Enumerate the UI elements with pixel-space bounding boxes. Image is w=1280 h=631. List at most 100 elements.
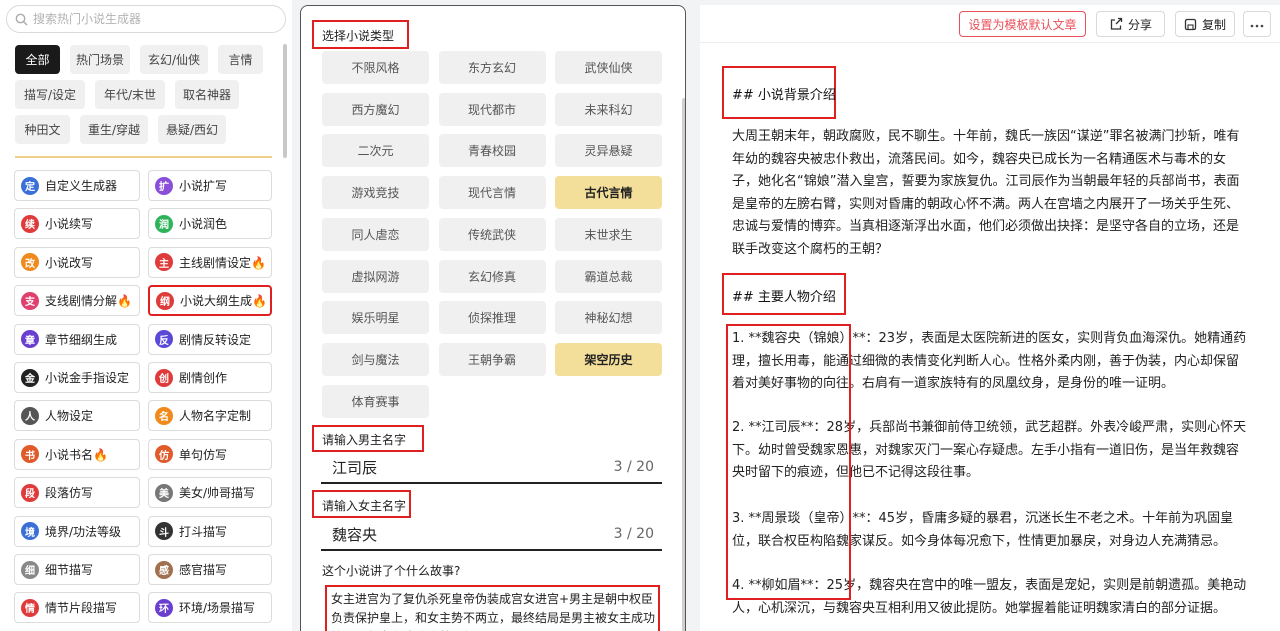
set-default-button[interactable]: 设置为模板默认文章 xyxy=(959,11,1086,37)
genre-option[interactable]: 不限风格 xyxy=(322,51,429,84)
genre-option[interactable]: 剑与魔法 xyxy=(322,342,429,376)
tool-icon: 书 xyxy=(21,445,39,464)
app-root: 全部 热门场景 玄幻/仙侠 言情 描写/设定 年代/末世 取名神器 种田文 重生… xyxy=(0,0,1280,631)
tool-item[interactable]: 支支线剧情分解🔥 xyxy=(14,285,140,317)
copy-button[interactable]: 复制 xyxy=(1175,11,1235,37)
tool-icon: 续 xyxy=(21,214,39,233)
male-name-value[interactable]: 江司辰 xyxy=(332,457,377,478)
genre-option[interactable]: 青春校园 xyxy=(438,134,546,168)
genre-option[interactable]: 现代都市 xyxy=(438,92,546,126)
search-box[interactable] xyxy=(6,5,286,33)
category-chip[interactable]: 重生/穿越 xyxy=(80,115,148,144)
genre-option[interactable]: 神秘幻想 xyxy=(555,301,662,335)
genre-option[interactable]: 霸道总裁 xyxy=(555,259,662,293)
category-chip[interactable]: 悬疑/西幻 xyxy=(158,115,226,144)
tool-item[interactable]: 主主线剧情设定🔥 xyxy=(148,246,272,278)
tool-icon: 扩 xyxy=(155,176,173,195)
copy-icon xyxy=(1184,18,1197,31)
female-name-counter: 3 / 20 xyxy=(613,526,654,542)
tool-icon: 情 xyxy=(21,598,39,617)
genre-option[interactable]: 传统武侠 xyxy=(438,217,546,251)
tool-item[interactable]: 名人物名字定制 xyxy=(148,400,272,432)
category-chip[interactable]: 玄幻/仙侠 xyxy=(140,45,208,74)
genre-option[interactable]: 武侠仙侠 xyxy=(555,51,662,84)
genre-option[interactable]: 古代言情 xyxy=(555,176,662,210)
tool-item[interactable]: 情情节片段描写 xyxy=(14,592,140,624)
story-textarea[interactable]: 女主进宫为了复仇杀死皇帝伪装成宫女进宫+男主是朝中权臣负责保护皇上，和女主势不两… xyxy=(331,590,657,631)
tool-label: 境界/功法等级 xyxy=(45,524,122,539)
tool-item[interactable]: 续小说续写 xyxy=(14,208,140,240)
tool-item[interactable]: 段段落仿写 xyxy=(14,477,140,509)
tool-item[interactable]: 仿单句仿写 xyxy=(148,438,272,470)
genre-option[interactable]: 末世求生 xyxy=(555,217,662,251)
tool-item[interactable]: 扩小说扩写 xyxy=(148,170,272,201)
tool-icon: 纲 xyxy=(156,291,174,310)
genre-option[interactable]: 西方魔幻 xyxy=(322,92,429,126)
genre-option[interactable]: 侦探推理 xyxy=(438,301,546,335)
genre-option[interactable]: 现代言情 xyxy=(438,176,546,210)
tool-item[interactable]: 反剧情反转设定 xyxy=(148,323,272,355)
female-name-value[interactable]: 魏容央 xyxy=(332,524,377,545)
tool-item[interactable]: 细细节描写 xyxy=(14,554,140,585)
genre-option[interactable]: 未来科幻 xyxy=(555,92,662,126)
category-chip[interactable]: 年代/末世 xyxy=(95,80,165,109)
tool-label: 小说金手指设定 xyxy=(45,371,130,385)
story-label: 这个小说讲了个什么故事? xyxy=(322,564,461,578)
genre-option[interactable]: 玄幻修真 xyxy=(438,259,546,293)
tool-icon: 反 xyxy=(155,330,173,349)
genre-option[interactable]: 娱乐明星 xyxy=(322,301,429,335)
tool-icon: 主 xyxy=(155,253,173,272)
tool-item[interactable]: 美美女/帅哥描写 xyxy=(148,477,272,509)
tool-item[interactable]: 人人物设定 xyxy=(14,400,140,432)
tool-item[interactable]: 定自定义生成器 xyxy=(14,170,140,201)
category-chip[interactable]: 种田文 xyxy=(15,115,70,144)
category-chip[interactable]: 热门场景 xyxy=(70,45,130,74)
category-chip[interactable]: 取名神器 xyxy=(175,80,239,109)
tool-item[interactable]: 感感官描写 xyxy=(148,554,272,585)
male-name-counter: 3 / 20 xyxy=(613,459,654,475)
tool-label: 人物名字定制 xyxy=(179,409,252,424)
genre-option[interactable]: 虚拟网游 xyxy=(322,259,429,293)
share-button[interactable]: 分享 xyxy=(1096,11,1165,37)
sidebar-scrollbar[interactable] xyxy=(283,44,287,158)
tool-item[interactable]: 斗打斗描写 xyxy=(148,515,272,547)
tool-item[interactable]: 书小说书名🔥 xyxy=(14,438,140,470)
tool-item[interactable]: 章章节细纲生成 xyxy=(14,323,140,355)
genre-option[interactable]: 王朝争霸 xyxy=(438,342,546,376)
tool-label: 小说润色 xyxy=(179,217,228,232)
male-name-field[interactable]: 江司辰 3 / 20 xyxy=(321,452,662,484)
tool-item[interactable]: 改小说改写 xyxy=(14,246,140,278)
tool-label: 小说扩写 xyxy=(179,179,228,193)
tool-item[interactable]: 纲小说大纲生成🔥 xyxy=(148,285,272,317)
share-icon xyxy=(1109,17,1123,31)
tool-item[interactable]: 金小说金手指设定 xyxy=(14,362,140,393)
category-chip[interactable]: 描写/设定 xyxy=(15,80,85,109)
panel-scrollbar[interactable] xyxy=(682,98,685,631)
genre-option[interactable]: 游戏竞技 xyxy=(322,176,429,210)
genre-option[interactable]: 东方玄幻 xyxy=(438,51,546,84)
category-divider xyxy=(15,156,272,158)
more-button[interactable] xyxy=(1243,11,1271,37)
genre-option[interactable]: 灵异悬疑 xyxy=(555,134,662,168)
genre-option[interactable]: 架空历史 xyxy=(555,342,662,376)
tool-icon: 段 xyxy=(21,483,39,502)
tool-label: 剧情创作 xyxy=(179,371,228,385)
female-name-field[interactable]: 魏容央 3 / 20 xyxy=(321,519,662,551)
tool-item[interactable]: 境境界/功法等级 xyxy=(14,515,140,547)
article-panel: 设置为模板默认文章 分享 复制 ## 小说背景介绍 大周王朝末年，朝政腐败，民不… xyxy=(700,5,1280,631)
tool-item[interactable]: 润小说润色 xyxy=(148,208,272,240)
tool-icon: 境 xyxy=(21,522,39,541)
tool-icon: 定 xyxy=(21,176,39,195)
category-chip[interactable]: 全部 xyxy=(15,45,60,74)
genre-option[interactable]: 二次元 xyxy=(322,134,429,168)
category-chip[interactable]: 言情 xyxy=(218,45,263,74)
search-input[interactable] xyxy=(33,12,273,26)
tool-item[interactable]: 创剧情创作 xyxy=(148,362,272,393)
tool-label: 小说大纲生成🔥 xyxy=(180,294,267,309)
tool-label: 小说书名🔥 xyxy=(45,447,108,462)
tool-label: 人物设定 xyxy=(45,409,94,424)
genre-option[interactable]: 体育赛事 xyxy=(322,384,429,418)
tool-item[interactable]: 环环境/场景描写 xyxy=(148,592,272,624)
genre-option[interactable]: 同人虐恋 xyxy=(322,217,429,251)
tool-icon: 仿 xyxy=(155,445,173,464)
